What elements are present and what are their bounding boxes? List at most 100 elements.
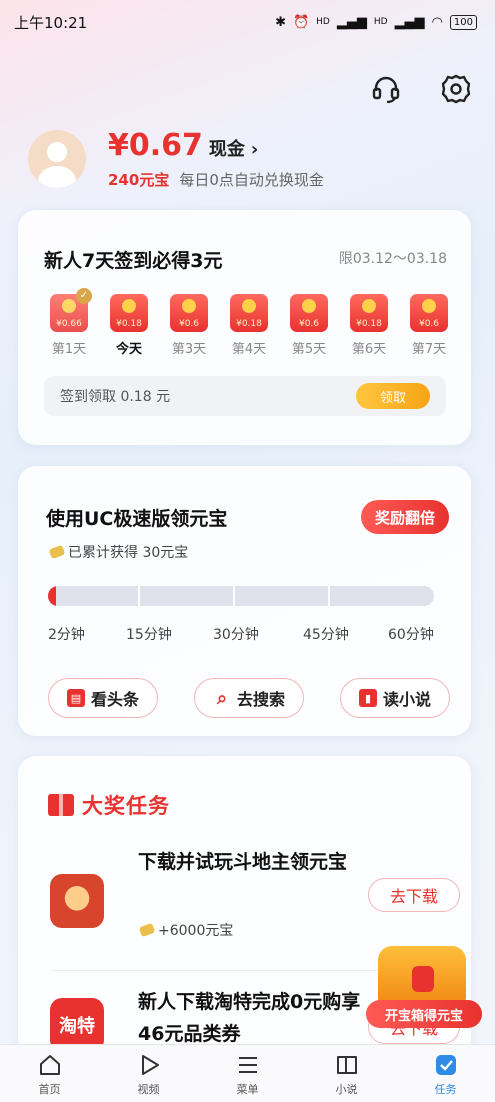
signal-icon-1: ▂▄▆ [336,14,367,30]
battery-icon: 100 [449,14,477,30]
red-envelope-icon: ¥0.6 [170,294,208,332]
task-check-icon [432,1051,460,1079]
checkin-days: ¥0.66 ✓ 第1天 ¥0.18 今天 ¥0.6 第3天 ¥0.18 第4天 ¥0.6 第5天 ¥0… [44,288,454,357]
envelope-amount: ¥0.6 [298,319,320,329]
signal-icon-2: ▂▄▆ [394,14,425,30]
progress-mark: 45分钟 [303,627,349,643]
cash-label: 现金 [208,139,245,160]
cash-amount: ¥0.67 [108,128,203,163]
download-button[interactable]: 去下载 [368,878,460,912]
checkin-date-range: 限03.12～03.18 [338,251,447,267]
tab-label: 视频 [137,1083,160,1096]
chest-lock [412,966,434,992]
checkin-day[interactable]: ¥0.18 第4天 [224,294,274,357]
tasks-title: 大奖任务 [82,794,170,818]
tab-menu[interactable]: 菜单 [208,1045,288,1102]
progress-mark: 15分钟 [126,627,172,643]
envelope-amount: ¥0.18 [236,319,262,329]
claim-bar: 签到领取 0.18 元 领取 [44,376,446,416]
tab-label: 任务 [434,1083,457,1096]
tab-play[interactable]: 视频 [109,1045,189,1102]
alarm-icon: ⏰ [292,14,310,30]
search-icon: ⌕ [216,687,228,709]
doudizhu-app-icon[interactable] [50,874,104,928]
tab-home[interactable]: 首页 [10,1045,90,1102]
day-label: 第7天 [411,342,447,357]
tab-label: 小说 [335,1083,358,1096]
exchange-note: 每日0点自动兑换现金 [179,171,324,189]
tab-label: 首页 [38,1083,61,1096]
chevron-right-icon: › [250,139,259,160]
tab-book[interactable]: 小说 [307,1045,387,1102]
envelope-amount: ¥0.18 [116,319,142,329]
wifi-icon: ◠ [431,14,443,30]
checkin-day[interactable]: ¥0.6 第3天 [164,294,214,357]
tab-label: 菜单 [236,1083,259,1096]
checkin-card: 新人7天签到必得3元 限03.12～03.18 ¥0.66 ✓ 第1天 ¥0.18 今天… [18,210,471,445]
menu-icon [234,1051,262,1079]
red-envelope-icon: ¥0.18 [110,294,148,332]
tasks-header: 大奖任务 [48,790,170,820]
chest-label: 开宝箱得元宝 [366,1000,482,1028]
usage-title: 使用UC极速版领元宝 [46,508,228,530]
status-time: 上午10:21 [14,13,88,32]
usage-actions: ▤ 看头条 ⌕ 去搜索 ▮ 读小说 [48,678,450,718]
signal-hd-label-2: HD [373,17,388,27]
progress-mark: 60分钟 [388,627,434,643]
checkin-day[interactable]: ¥0.18 今天 [104,294,154,357]
headset-icon[interactable] [369,72,403,106]
action-button[interactable]: ⌕ 去搜索 [193,678,304,718]
book-icon: ▮ [358,689,377,707]
checkin-day[interactable]: ¥0.6 第7天 [404,294,454,357]
checkin-title: 新人7天签到必得3元 [44,250,223,272]
cash-link[interactable]: ¥0.67 现金 › [108,128,324,163]
coin-icon [138,922,156,938]
progress-mark: 30分钟 [213,627,259,643]
header-actions [369,72,473,106]
action-label: 读小说 [382,690,431,709]
gear-icon[interactable] [439,72,473,106]
red-envelope-icon: ¥0.6 [410,294,448,332]
envelope-amount: ¥0.18 [356,319,382,329]
task-title: 下载并试玩斗地主领元宝 [138,851,348,873]
treasure-chest-button[interactable]: 开宝箱得元宝 [366,940,482,1034]
usage-marks: 2分钟 15分钟 30分钟 45分钟 60分钟 [48,624,443,644]
gift-icon [48,794,74,816]
day-label: 第6天 [351,342,387,357]
action-button[interactable]: ▮ 读小说 [339,678,450,718]
coin-unit: 元宝 [139,171,170,189]
progress-mark: 2分钟 [48,627,85,643]
action-label: 看头条 [91,690,140,709]
check-icon: ✓ [76,288,92,304]
checkin-day[interactable]: ¥0.6 第5天 [284,294,334,357]
play-icon [135,1051,163,1079]
day-label: 第4天 [231,342,267,357]
day-label: 第1天 [51,342,87,357]
avatar[interactable] [28,130,86,188]
status-bar: 上午10:21 ✱ ⏰ HD ▂▄▆ HD ▂▄▆ ◠ 100 [0,0,495,44]
accumulated-text: 已累计获得 30元宝 [68,545,189,561]
bottom-tab-bar: 首页 视频 菜单 小说 任务 [0,1044,495,1102]
coin-icon [48,544,66,560]
usage-progress-bar [48,586,434,606]
home-icon [36,1051,64,1079]
tab-task-check[interactable]: 任务 [406,1045,486,1102]
task-reward-text: +6000元宝 [158,923,234,939]
double-reward-button[interactable]: 奖励翻倍 [360,500,449,534]
book-icon [333,1051,361,1079]
red-envelope-icon: ¥0.18 [230,294,268,332]
red-envelope-icon: ¥0.18 [350,294,388,332]
coin-count: 240 [108,171,140,189]
action-label: 去搜索 [236,690,285,709]
claim-text: 签到领取 0.18 元 [60,389,171,405]
checkin-day[interactable]: ¥0.18 第6天 [344,294,394,357]
day-label: 第5天 [291,342,327,357]
red-envelope-icon: ¥0.6 [290,294,328,332]
envelope-amount: ¥0.66 [56,319,82,329]
claim-button[interactable]: 领取 [356,383,430,409]
checkin-day[interactable]: ¥0.66 ✓ 第1天 [44,288,94,357]
day-label: 第3天 [171,342,207,357]
wallet-summary: ¥0.67 现金 › 240元宝 每日0点自动兑换现金 [28,128,324,190]
signal-hd-label-1: HD [316,17,330,27]
action-button[interactable]: ▤ 看头条 [48,678,159,718]
